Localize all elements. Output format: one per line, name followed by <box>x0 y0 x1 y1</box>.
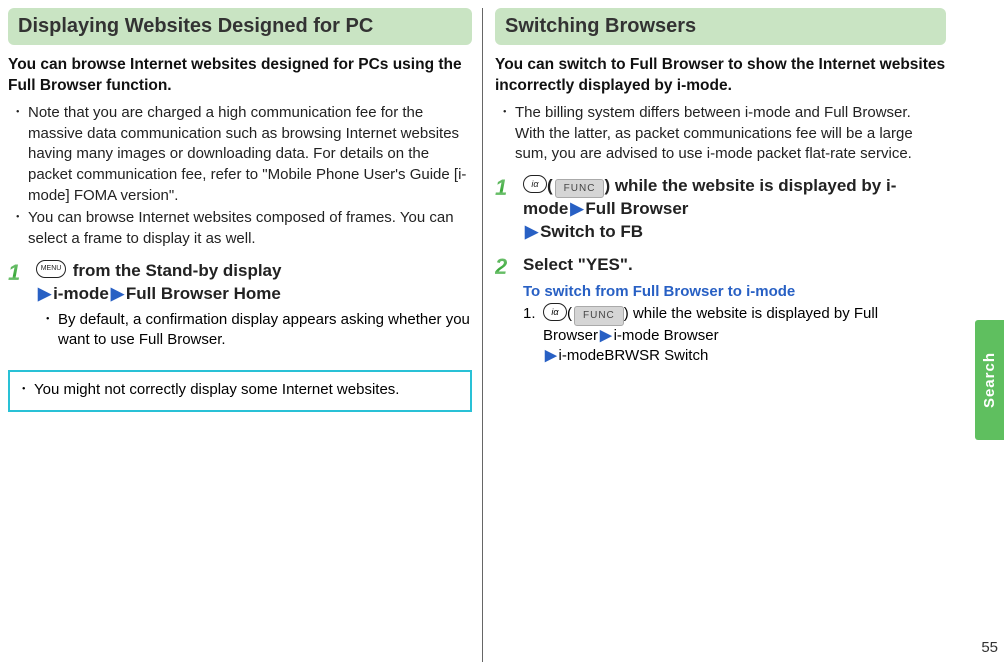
bullet-text: The billing system differs between i-mod… <box>515 103 944 165</box>
bullet-dot-icon: ･ <box>20 380 34 400</box>
bullet-dot-icon: ･ <box>501 103 515 165</box>
intro-left: You can browse Internet websites designe… <box>8 55 472 97</box>
note-text: You might not correctly display some Int… <box>34 380 460 400</box>
arrow-icon: ▶ <box>525 222 538 241</box>
step-text-fragment: i-mode <box>53 284 109 303</box>
func-box-icon: FUNC <box>574 306 624 326</box>
step-main-text: iα(FUNC) while the website is displayed … <box>523 175 946 244</box>
func-key-icon: iα <box>543 303 567 321</box>
step-text-fragment: i-mode Browser <box>614 327 719 344</box>
intro-right: You can switch to Full Browser to show t… <box>495 55 946 97</box>
step-main-text: Select "YES". <box>523 254 946 277</box>
menu-icon: MENU <box>36 260 66 278</box>
bullets-left: ･ Note that you are charged a high commu… <box>14 103 470 250</box>
section-title-right: Switching Browsers <box>495 8 946 45</box>
left-column: Displaying Websites Designed for PC You … <box>8 8 482 662</box>
step-text-fragment: from the Stand-by display <box>68 261 281 280</box>
step-1-left: 1 MENU from the Stand-by display ▶i-mode… <box>8 260 472 352</box>
bullet-item: ･ The billing system differs between i-m… <box>501 103 944 165</box>
func-box-icon: FUNC <box>555 179 605 199</box>
step-main-text: MENU from the Stand-by display ▶i-mode▶F… <box>36 260 472 306</box>
step-sub-text: ･ By default, a confirmation display app… <box>38 310 472 351</box>
arrow-icon: ▶ <box>600 327 612 344</box>
step-number: 2 <box>495 254 523 366</box>
bullet-item: ･ Note that you are charged a high commu… <box>14 103 470 206</box>
step-text-fragment: Switch to FB <box>540 222 643 241</box>
bullet-dot-icon: ･ <box>14 103 28 206</box>
step-number: 1 <box>495 175 523 244</box>
numbered-substep: 1. iα(FUNC) while the website is display… <box>523 304 946 366</box>
section-title-left: Displaying Websites Designed for PC <box>8 8 472 45</box>
step-number: 1 <box>8 260 36 352</box>
bullet-text: You can browse Internet websites compose… <box>28 208 470 249</box>
step-2-right: 2 Select "YES". To switch from Full Brow… <box>495 254 946 366</box>
sub-heading: To switch from Full Browser to i-mode <box>523 283 946 300</box>
func-key-icon: iα <box>523 175 547 193</box>
step-text-fragment: Full Browser Home <box>126 284 281 303</box>
bullet-dot-icon: ･ <box>14 208 28 249</box>
bullet-text: Note that you are charged a high communi… <box>28 103 470 206</box>
side-tab-area: Search <box>975 0 1004 662</box>
bullets-right: ･ The billing system differs between i-m… <box>501 103 944 165</box>
arrow-icon: ▶ <box>111 284 124 303</box>
bullet-item: ･ You can browse Internet websites compo… <box>14 208 470 249</box>
bullet-dot-icon: ･ <box>44 310 58 351</box>
arrow-icon: ▶ <box>570 199 583 218</box>
arrow-icon: ▶ <box>38 284 51 303</box>
arrow-icon: ▶ <box>545 347 557 364</box>
right-column: Switching Browsers You can switch to Ful… <box>482 8 956 662</box>
step-1-right: 1 iα(FUNC) while the website is displaye… <box>495 175 946 244</box>
page-number: 55 <box>981 639 998 656</box>
substep-number: 1. <box>523 304 543 366</box>
step-text-fragment: Full Browser <box>585 199 688 218</box>
bullet-text: By default, a confirmation display appea… <box>58 310 472 351</box>
step-text-fragment: i-modeBRWSR Switch <box>559 347 709 364</box>
side-tab: Search <box>975 320 1004 440</box>
note-box: ･ You might not correctly display some I… <box>8 370 472 412</box>
side-tab-label: Search <box>981 352 998 408</box>
